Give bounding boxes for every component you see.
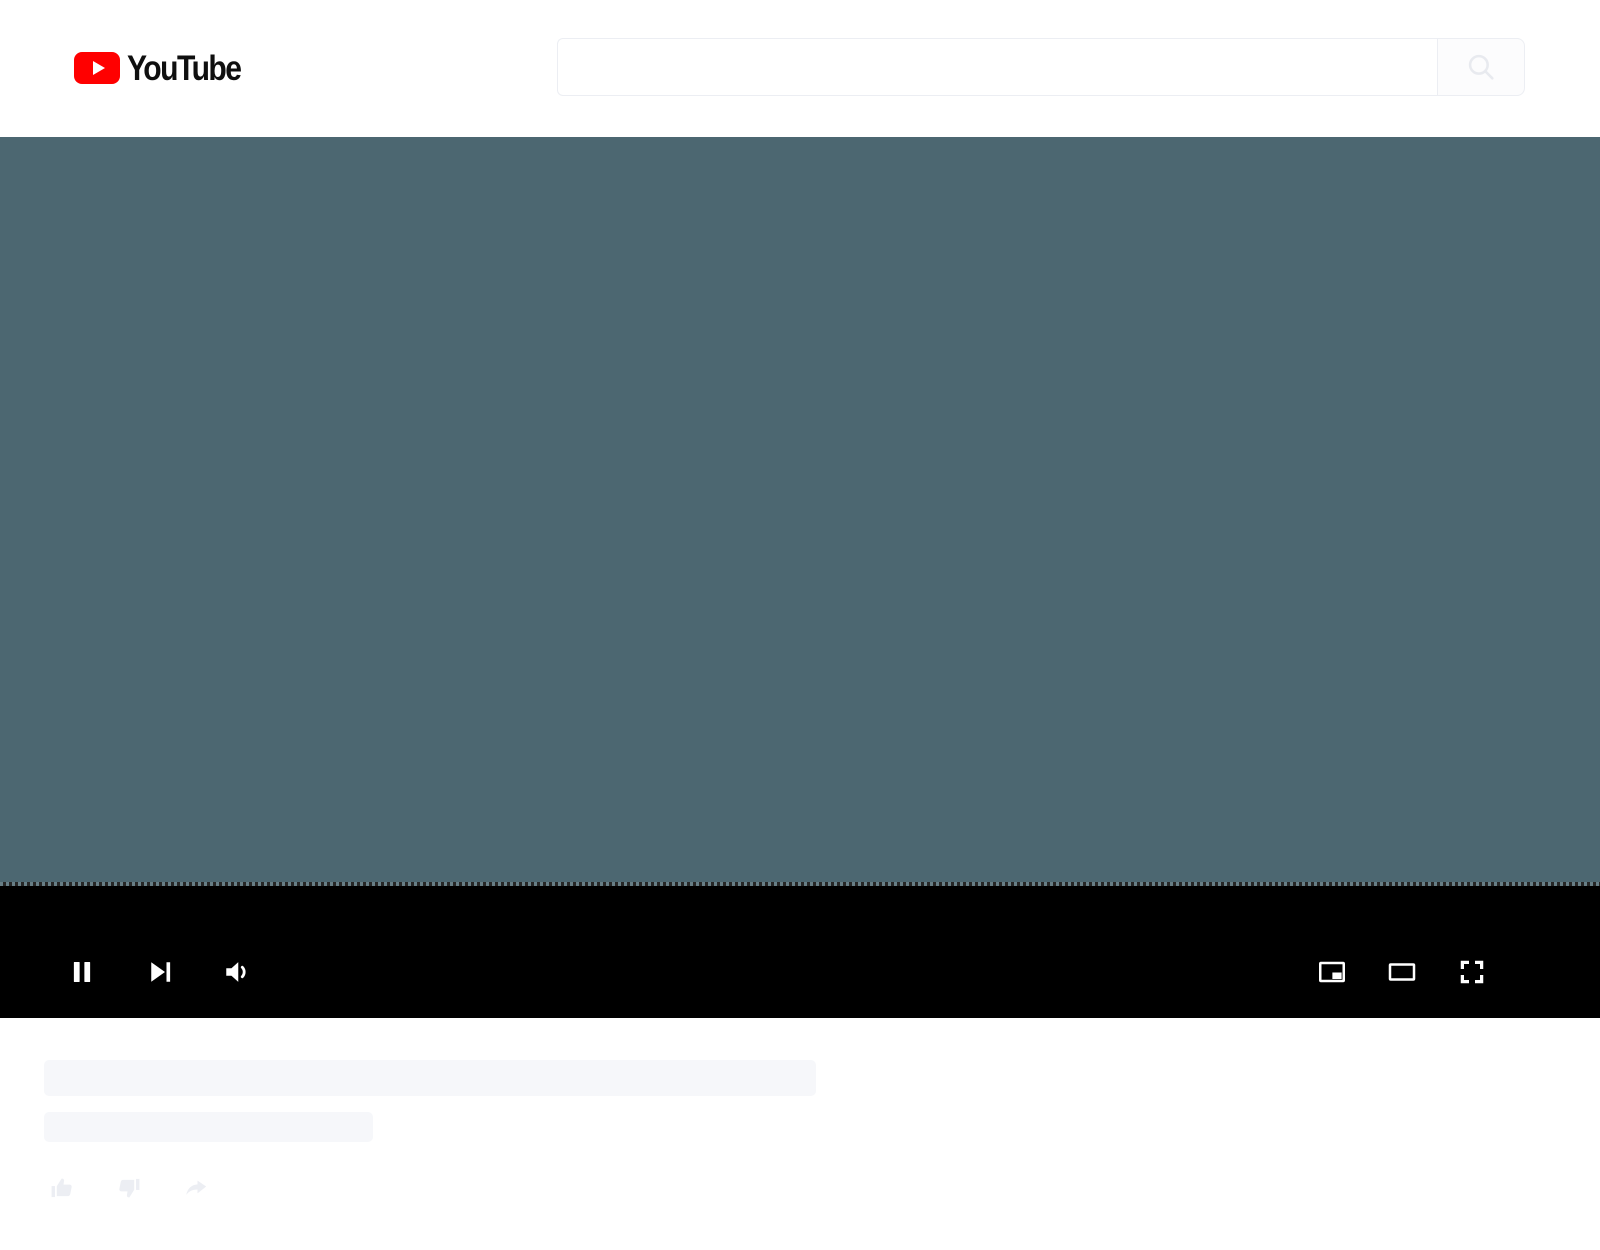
fullscreen-button[interactable] [1448,948,1496,996]
search-button[interactable] [1437,38,1525,96]
miniplayer-icon [1317,957,1347,987]
next-track-icon [145,957,175,987]
search-icon [1464,50,1498,84]
video-surface[interactable] [0,137,1600,882]
player-controls-left [58,948,262,996]
like-button[interactable] [44,1170,80,1206]
next-button[interactable] [136,948,184,996]
thumbs-up-icon [49,1175,75,1201]
video-title-placeholder [44,1060,816,1096]
player-controls-right [1308,948,1496,996]
fullscreen-icon [1457,957,1487,987]
dislike-button[interactable] [111,1170,147,1206]
youtube-wordmark: YouTube [127,48,242,88]
search-input[interactable] [574,38,1421,96]
youtube-play-badge-icon [74,52,120,84]
player-control-bar [0,886,1600,1018]
video-action-row [44,1170,214,1206]
theater-button[interactable] [1378,948,1426,996]
volume-button[interactable] [214,948,262,996]
thumbs-down-icon [116,1175,142,1201]
search-box[interactable] [557,38,1437,96]
youtube-watch-page: YouTube [0,0,1600,1250]
search-group [557,38,1525,96]
volume-icon [222,956,254,988]
youtube-logo[interactable]: YouTube [74,48,259,88]
pause-button[interactable] [58,948,106,996]
masthead-header: YouTube [0,0,1600,137]
video-subtitle-placeholder [44,1112,373,1142]
video-details-section [0,1018,1600,1250]
miniplayer-button[interactable] [1308,948,1356,996]
share-button[interactable] [178,1170,214,1206]
theater-mode-icon [1387,957,1417,987]
share-arrow-icon [183,1175,209,1201]
pause-icon [67,957,97,987]
